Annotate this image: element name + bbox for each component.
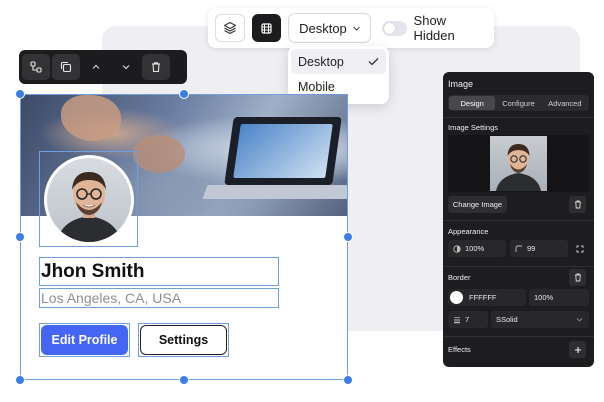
resize-handle-top-left[interactable] bbox=[15, 89, 25, 99]
profile-location-box[interactable]: Los Angeles, CA, USA bbox=[39, 288, 279, 308]
expand-icon bbox=[576, 245, 583, 252]
duplicate-icon bbox=[60, 61, 72, 73]
tab-advanced[interactable]: Advanced bbox=[542, 96, 588, 110]
divider bbox=[443, 266, 594, 267]
tab-configure[interactable]: Configure bbox=[495, 96, 541, 110]
border-style-value: SSolid bbox=[496, 315, 518, 324]
edit-profile-frame: Edit Profile bbox=[39, 323, 130, 357]
resize-handle-top[interactable] bbox=[179, 89, 189, 99]
settings-button[interactable]: Settings bbox=[140, 325, 227, 355]
move-up-button[interactable] bbox=[82, 54, 110, 80]
border-color-field[interactable]: FFFFFF bbox=[448, 289, 526, 306]
element-toolbar bbox=[19, 50, 187, 84]
change-image-button[interactable]: Change Image bbox=[448, 196, 507, 213]
panel-tabs: Design Configure Advanced bbox=[448, 95, 589, 111]
duplicate-button[interactable] bbox=[52, 54, 80, 80]
dropdown-option-label: Mobile bbox=[298, 79, 335, 94]
profile-location: Los Angeles, CA, USA bbox=[41, 290, 182, 306]
banner-laptop-base bbox=[202, 185, 347, 199]
divider bbox=[443, 117, 594, 118]
border-label: Border bbox=[448, 273, 471, 282]
dropdown-option-label: Desktop bbox=[298, 54, 344, 69]
banner-laptop bbox=[224, 117, 342, 185]
trash-icon bbox=[574, 273, 581, 282]
resize-handle-left[interactable] bbox=[15, 232, 25, 242]
border-color-value: FFFFFF bbox=[469, 293, 497, 302]
profile-name: Jhon Smith bbox=[41, 260, 145, 282]
top-toolbar: Desktop Show Hidden bbox=[208, 8, 494, 48]
border-opacity-field[interactable]: 100% bbox=[529, 289, 589, 306]
delete-element-button[interactable] bbox=[142, 54, 170, 80]
frame-button[interactable] bbox=[251, 14, 282, 42]
border-style-select[interactable]: SSolid bbox=[491, 311, 589, 328]
tab-design[interactable]: Design bbox=[449, 96, 496, 110]
border-width-value: 7 bbox=[465, 315, 470, 324]
avatar-frame[interactable] bbox=[39, 151, 138, 247]
radius-value: 99 bbox=[527, 244, 536, 253]
avatar-portrait bbox=[57, 172, 121, 242]
border-color-swatch[interactable] bbox=[450, 291, 463, 304]
settings-frame: Settings bbox=[138, 323, 229, 357]
radius-field[interactable]: 99 bbox=[510, 240, 568, 257]
profile-card[interactable]: Jhon Smith Los Angeles, CA, USA Edit Pro… bbox=[20, 94, 348, 380]
trash-icon bbox=[152, 62, 160, 73]
select-parent-button[interactable] bbox=[22, 54, 50, 80]
layers-button[interactable] bbox=[215, 14, 245, 42]
chevron-up-icon bbox=[92, 64, 100, 69]
edit-profile-button[interactable]: Edit Profile bbox=[41, 325, 128, 355]
opacity-field[interactable]: 100% bbox=[448, 240, 506, 257]
chevron-down-icon bbox=[352, 26, 360, 31]
border-width-field[interactable]: 7 bbox=[448, 311, 488, 328]
add-effect-button[interactable] bbox=[569, 341, 586, 358]
border-opacity-value: 100% bbox=[534, 293, 554, 302]
resize-handle-bottom[interactable] bbox=[179, 375, 189, 385]
preview-portrait bbox=[496, 144, 541, 191]
trash-icon bbox=[574, 200, 581, 209]
appearance-label: Appearance bbox=[448, 227, 489, 236]
device-select-value: Desktop bbox=[299, 20, 347, 36]
image-settings-label: Image Settings bbox=[448, 123, 499, 132]
opacity-value: 100% bbox=[465, 244, 485, 253]
resize-handle-right[interactable] bbox=[343, 232, 353, 242]
move-down-button[interactable] bbox=[112, 54, 140, 80]
chevron-down-icon bbox=[576, 318, 583, 322]
border-width-icon bbox=[454, 316, 460, 323]
banner-hand bbox=[133, 135, 185, 173]
show-hidden-label: Show Hidden bbox=[413, 13, 455, 43]
profile-name-box[interactable]: Jhon Smith bbox=[39, 257, 279, 286]
effects-label: Effects bbox=[448, 345, 471, 354]
divider bbox=[443, 220, 594, 221]
banner-hand bbox=[61, 95, 121, 141]
opacity-icon bbox=[453, 244, 461, 253]
divider bbox=[443, 336, 594, 337]
avatar[interactable] bbox=[44, 155, 134, 245]
image-preview bbox=[448, 135, 589, 192]
corner-radius-icon bbox=[515, 245, 522, 252]
resize-handle-bottom-right[interactable] bbox=[343, 375, 353, 385]
panel-title: Image bbox=[448, 79, 474, 89]
check-icon bbox=[368, 58, 379, 66]
dropdown-option-desktop[interactable]: Desktop bbox=[291, 49, 386, 74]
properties-panel: Image Design Configure Advanced Image Se… bbox=[443, 72, 594, 367]
device-select[interactable]: Desktop bbox=[288, 13, 371, 43]
remove-image-button[interactable] bbox=[569, 196, 586, 213]
plus-icon bbox=[574, 346, 581, 353]
layers-icon bbox=[223, 21, 236, 35]
hierarchy-icon bbox=[30, 61, 42, 73]
frame-icon bbox=[261, 22, 272, 34]
show-hidden-toggle[interactable] bbox=[381, 20, 407, 36]
expand-corners-button[interactable] bbox=[571, 240, 588, 257]
remove-border-button[interactable] bbox=[569, 269, 586, 286]
resize-handle-bottom-left[interactable] bbox=[15, 375, 25, 385]
chevron-down-icon bbox=[122, 65, 130, 70]
